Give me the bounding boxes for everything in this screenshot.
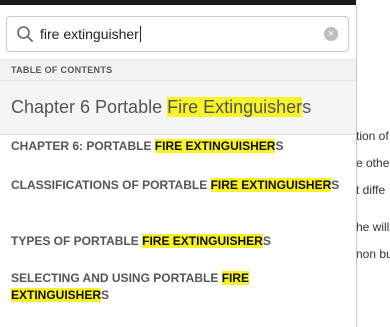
clear-search-icon[interactable]: × bbox=[324, 27, 338, 41]
toc-section-header: TABLE OF CONTENTS bbox=[0, 59, 356, 81]
search-icon bbox=[17, 26, 33, 42]
search-match-highlight: FIRE EXTINGUISHER bbox=[210, 178, 332, 192]
toc-chapter-result[interactable]: Chapter 6 Portable Fire Extinguishers bbox=[0, 81, 356, 135]
search-match-highlight: Fire Extinguisher bbox=[167, 97, 303, 117]
document-text-line: t diffe bbox=[356, 183, 386, 197]
toc-header-label: TABLE OF CONTENTS bbox=[11, 65, 113, 75]
toc-result-item[interactable]: CHAPTER 6: PORTABLE FIRE EXTINGUISHERS bbox=[11, 138, 341, 155]
chapter-title: Chapter 6 Portable Fire Extinguishers bbox=[11, 97, 312, 117]
toc-result-item[interactable]: CLASSIFICATIONS OF PORTABLE FIRE EXTINGU… bbox=[11, 177, 341, 194]
search-results-panel: fire extinguisher × TABLE OF CONTENTS Ch… bbox=[0, 5, 357, 327]
text-caret bbox=[139, 26, 141, 42]
document-text-line: tion of bbox=[356, 129, 389, 143]
document-text-line: he will bbox=[356, 220, 390, 234]
document-text-line: e othe bbox=[356, 156, 390, 170]
document-text-line: non bu bbox=[356, 247, 390, 261]
toc-result-item[interactable]: SELECTING AND USING PORTABLE FIRE EXTING… bbox=[11, 270, 341, 304]
search-input[interactable]: fire extinguisher bbox=[40, 26, 141, 42]
search-match-highlight: FIRE EXTINGUISHER bbox=[142, 234, 263, 248]
toc-result-item[interactable]: TYPES OF PORTABLE FIRE EXTINGUISHERS bbox=[11, 233, 341, 250]
search-box[interactable]: fire extinguisher × bbox=[6, 16, 349, 52]
search-match-highlight: FIRE EXTINGUISHER bbox=[154, 139, 276, 153]
